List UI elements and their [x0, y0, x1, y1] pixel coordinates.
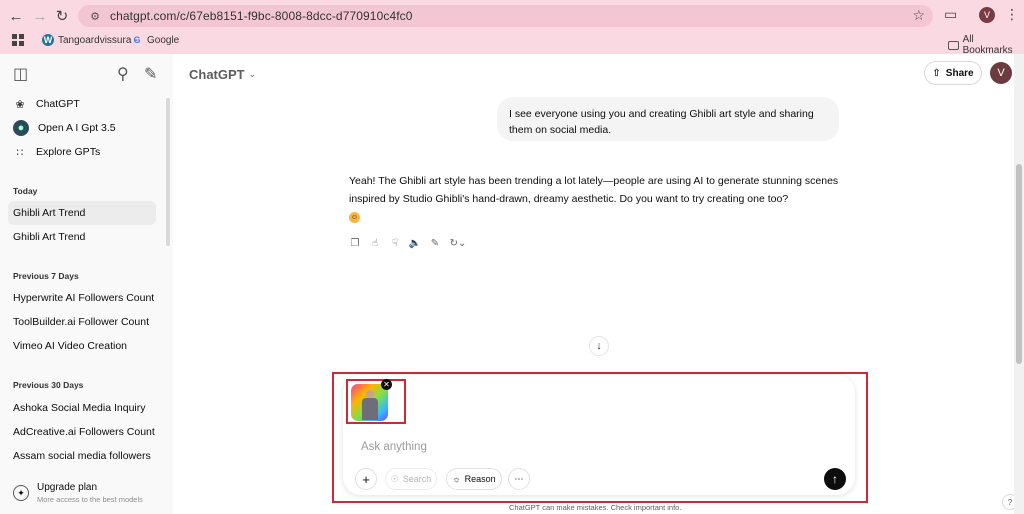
attached-image-thumbnail[interactable] [351, 384, 388, 421]
chat-item[interactable]: Ashoka Social Media Inquiry [8, 396, 156, 420]
bookmark-star-icon[interactable]: ☆ [912, 7, 925, 24]
sidebar-toggle-icon[interactable]: ◫ [13, 64, 28, 84]
add-attachment-button[interactable]: + [355, 468, 377, 490]
model-selector[interactable]: ChatGPT ⌄ [189, 67, 256, 82]
reason-button[interactable]: ☼ Reason [446, 468, 502, 490]
reload-icon[interactable]: ↻ [52, 6, 72, 26]
all-bookmarks[interactable]: All Bookmarks [948, 34, 1024, 56]
upgrade-title: Upgrade plan [37, 482, 98, 493]
globe-icon: ☉ [390, 473, 399, 484]
browser-chrome: ← → ↻ ⚙ chatgpt.com/c/67eb8151-f9bc-8008… [0, 0, 1024, 56]
sidebar: ◫ ⚲ ✎ ❀ ChatGPT ● Open A I Gpt 3.5 ∷ Exp… [0, 54, 173, 514]
scroll-down-button[interactable]: ↓ [589, 336, 609, 356]
sidebar-item-chatgpt[interactable]: ❀ ChatGPT [8, 92, 156, 116]
copy-icon[interactable]: ❐ [349, 237, 361, 249]
more-tools-button[interactable]: ⋯ [508, 468, 530, 490]
model-name: ChatGPT [189, 67, 245, 82]
new-chat-icon[interactable]: ✎ [144, 64, 157, 84]
section-title-today: Today [13, 186, 38, 196]
google-icon: G [133, 35, 141, 45]
bookmark-tangoardvissura[interactable]: W Tangoardvissura - [42, 34, 137, 46]
chevron-down-icon: ⌄ [248, 69, 257, 79]
url-text: chatgpt.com/c/67eb8151-f9bc-8008-8dcc-d7… [110, 9, 413, 23]
chat-item[interactable]: Ghibli Art Trend [8, 225, 156, 249]
chat-item[interactable]: Ghibli Art Trend [8, 201, 156, 225]
page-scrollbar[interactable] [1014, 54, 1024, 514]
sidebar-scrollbar[interactable] [166, 98, 170, 246]
reason-label: Reason [464, 474, 496, 484]
address-bar[interactable]: ⚙ chatgpt.com/c/67eb8151-f9bc-8008-8dcc-… [78, 5, 933, 27]
thumbs-up-icon[interactable]: ☝ [369, 237, 381, 249]
search-button[interactable]: ☉ Search [385, 468, 437, 490]
scrollbar-thumb[interactable] [1016, 164, 1022, 364]
share-icon: ⇧ [932, 67, 941, 79]
avatar[interactable]: V [990, 62, 1012, 84]
folder-icon [948, 40, 959, 50]
chat-item[interactable]: Vimeo AI Video Creation [8, 334, 156, 358]
search-icon[interactable]: ⚲ [117, 64, 129, 84]
back-icon[interactable]: ← [6, 6, 26, 26]
openai-logo-icon: ❀ [15, 98, 25, 111]
all-bookmarks-label: All Bookmarks [962, 34, 1013, 56]
bookmarks-bar: W Tangoardvissura - G Google All Bookmar… [0, 30, 1024, 56]
sidebar-item-label: Explore GPTs [36, 146, 101, 158]
lightbulb-icon: ☼ [452, 474, 461, 484]
section-title-previous-7-days: Previous 7 Days [13, 271, 79, 281]
edit-icon[interactable]: ✎ [429, 237, 441, 249]
assistant-message-text: Yeah! The Ghibli art style has been tren… [349, 175, 839, 205]
regenerate-icon[interactable]: ↻⌄ [449, 237, 467, 249]
ellipsis-icon: ⋯ [514, 473, 524, 484]
share-button[interactable]: ⇧ Share [924, 61, 982, 85]
prompt-input[interactable] [361, 437, 831, 457]
smile-emoji-icon: ☺ [349, 211, 360, 223]
send-button[interactable]: ↑ [824, 468, 846, 490]
bookmark-google[interactable]: G Google [131, 34, 179, 46]
user-message: I see everyone using you and creating Gh… [497, 97, 839, 141]
read-aloud-icon[interactable]: 🔈 [409, 237, 421, 249]
gpt-avatar-icon: ● [13, 120, 29, 136]
search-label: Search [402, 474, 432, 484]
upgrade-icon: ✦ [13, 485, 29, 501]
sidebar-item-explore-gpts[interactable]: ∷ Explore GPTs [8, 140, 156, 164]
composer: ✕ + ☉ Search ☼ Reason ⋯ ↑ [343, 375, 855, 495]
extensions-icon[interactable]: ▭ [944, 6, 957, 23]
forward-icon[interactable]: → [30, 6, 50, 26]
bookmark-label: Google [147, 34, 180, 46]
browser-menu-icon[interactable]: ⋮ [1005, 6, 1019, 23]
site-info-icon[interactable]: ⚙ [88, 9, 102, 23]
remove-attachment-icon[interactable]: ✕ [381, 379, 392, 390]
arrow-up-icon: ↑ [832, 472, 838, 486]
sidebar-item-label: Open A I Gpt 3.5 [38, 122, 116, 134]
section-title-previous-30-days: Previous 30 Days [13, 380, 84, 390]
wordpress-icon: W [42, 34, 54, 46]
disclaimer: ChatGPT can make mistakes. Check importa… [509, 503, 682, 512]
share-label: Share [945, 67, 974, 79]
browser-profile-avatar[interactable]: V [979, 7, 995, 23]
chat-item[interactable]: Assam social media followers [8, 444, 156, 468]
bookmark-label: Tangoardvissura - [58, 34, 138, 46]
thumbs-down-icon[interactable]: ☟ [389, 237, 401, 249]
sidebar-item-label: ChatGPT [36, 98, 80, 110]
assistant-message: Yeah! The Ghibli art style has been tren… [349, 172, 839, 226]
upgrade-subtitle: More access to the best models [37, 495, 143, 504]
main-area: ChatGPT ⌄ ⇧ Share V I see everyone using… [173, 54, 1024, 514]
chat-item[interactable]: Hyperwrite AI Followers Count [8, 286, 156, 310]
chat-item[interactable]: AdCreative.ai Followers Count [8, 420, 156, 444]
message-actions: ❐ ☝ ☟ 🔈 ✎ ↻⌄ [349, 237, 467, 249]
person-figure [361, 390, 379, 420]
upgrade-plan-button[interactable]: ✦ Upgrade plan More access to the best m… [13, 482, 143, 504]
grid-icon: ∷ [16, 146, 24, 159]
sidebar-item-open-ai-gpt[interactable]: ● Open A I Gpt 3.5 [8, 116, 156, 140]
plus-icon: + [362, 471, 370, 487]
chat-item[interactable]: ToolBuilder.ai Follower Count [8, 310, 156, 334]
